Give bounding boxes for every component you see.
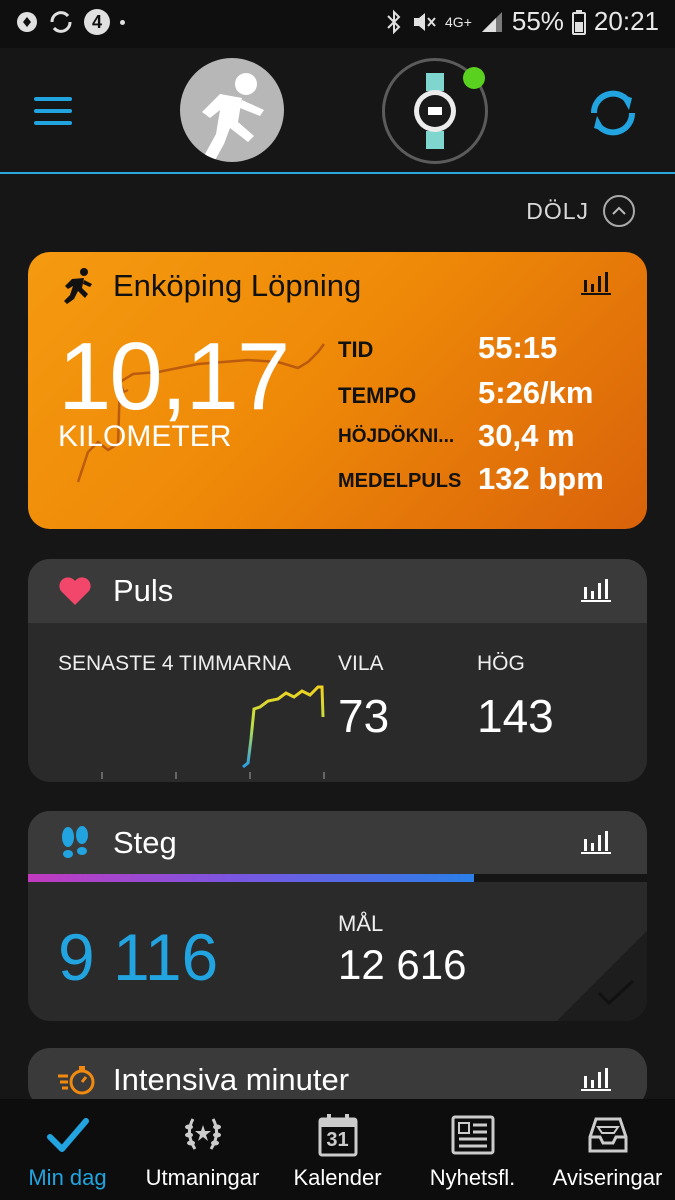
dot-icon [120,19,125,25]
channel-badge-number: 4 [91,11,102,32]
heart-icon [59,577,91,605]
stat-label-avg-hr: MEDELPULS [338,470,462,492]
hide-toggle[interactable]: DÖLJ [526,195,635,227]
nav-challenges[interactable]: Utmaningar [135,1099,270,1200]
nav-calendar[interactable]: 31 Kalender [270,1099,405,1200]
garmin-notification-icon [17,12,37,32]
chart-icon[interactable] [581,829,611,855]
signal-icon [481,11,502,32]
goal-corner [557,931,647,1021]
clock: 20:21 [593,6,659,36]
stat-label-pace: TEMPO [338,383,417,408]
network-type: 4G+ [445,13,472,30]
bottom-nav: Min dag Utmaningar 31 Kalender Nyhetsfl.… [0,1099,675,1200]
checkmark-icon [46,1118,89,1152]
steps-progress-bar [28,874,647,882]
device-status[interactable] [382,58,488,164]
intensity-title: Intensiva minuter [113,1062,350,1097]
nav-label: Min dag [28,1165,107,1190]
heart-rate-sparkline [101,685,325,779]
avatar[interactable] [180,58,284,162]
steps-progress-fill [28,874,474,882]
stat-label-time: TID [338,337,374,362]
steps-value: 9 116 [58,920,219,994]
stat-value-pace: 5:26/km [478,375,594,410]
activity-card[interactable]: Enköping Löpning 10,17 KILOMETER TID 55:… [28,252,647,529]
chart-icon[interactable] [581,270,611,296]
high-hr-label: HÖG [477,652,525,675]
inbox-icon [588,1117,627,1153]
chart-icon[interactable] [581,577,611,603]
runner-avatar-icon [202,73,264,162]
stat-value-avg-hr: 132 bpm [478,461,604,496]
resting-hr-label: VILA [338,652,384,675]
steps-goal-value: 12 616 [338,941,467,988]
menu-bar [34,121,72,125]
chevron-up-icon [603,195,635,227]
stat-value-elevation: 30,4 m [478,418,575,453]
mute-icon [414,12,436,31]
heart-rate-header: Puls [28,559,647,623]
steps-header: Steg [28,811,647,875]
calendar-day: 31 [326,1129,349,1151]
resting-hr-value: 73 [338,690,390,742]
app-header [0,48,675,174]
heart-rate-title: Puls [113,573,174,608]
newsfeed-icon [451,1115,494,1155]
nav-label: Kalender [293,1165,382,1190]
heart-rate-period: SENASTE 4 TIMMARNA [58,652,291,675]
battery-percent: 55% [511,6,564,36]
running-icon [64,268,92,304]
steps-goal-label: MÅL [338,911,384,936]
nav-label: Aviseringar [552,1165,663,1190]
nav-newsfeed[interactable]: Nyhetsfl. [405,1099,540,1200]
menu-button[interactable] [34,97,72,125]
distance-value: 10,17 [58,323,290,430]
nav-label: Nyhetsfl. [429,1165,516,1190]
status-bar: 4 4G+ 55% 20:21 [0,0,675,48]
distance-unit: KILOMETER [58,420,232,453]
battery-icon [571,9,586,35]
activity-title: Enköping Löpning [113,268,362,303]
menu-bar [34,109,72,113]
high-hr-value: 143 [477,690,554,742]
chart-icon[interactable] [581,1066,611,1092]
heart-rate-card[interactable]: Puls SENASTE 4 TIMMARNA VILA 73 HÖG 143 [28,559,647,782]
checkmark-icon [597,979,635,1006]
nav-my-day[interactable]: Min dag [0,1099,135,1200]
hide-label: DÖLJ [526,197,589,224]
steps-title: Steg [113,825,177,860]
stat-value-time: 55:15 [478,330,558,365]
sync-status-icon [50,11,72,33]
steps-card[interactable]: Steg 9 116 MÅL 12 616 [28,811,647,1021]
bluetooth-icon [387,9,401,34]
nav-notifications[interactable]: Aviseringar [540,1099,675,1200]
connected-indicator [463,67,485,89]
stopwatch-icon [58,1066,95,1095]
calendar-icon: 31 [314,1111,362,1159]
nav-label: Utmaningar [145,1165,260,1190]
stat-label-elevation: HÖJDÖKNI... [338,426,455,447]
footprints-icon [62,826,88,858]
menu-bar [34,97,72,101]
laurel-icon [184,1118,221,1150]
sync-icon[interactable] [584,84,642,142]
channel-badge-icon: 4 [84,9,110,35]
